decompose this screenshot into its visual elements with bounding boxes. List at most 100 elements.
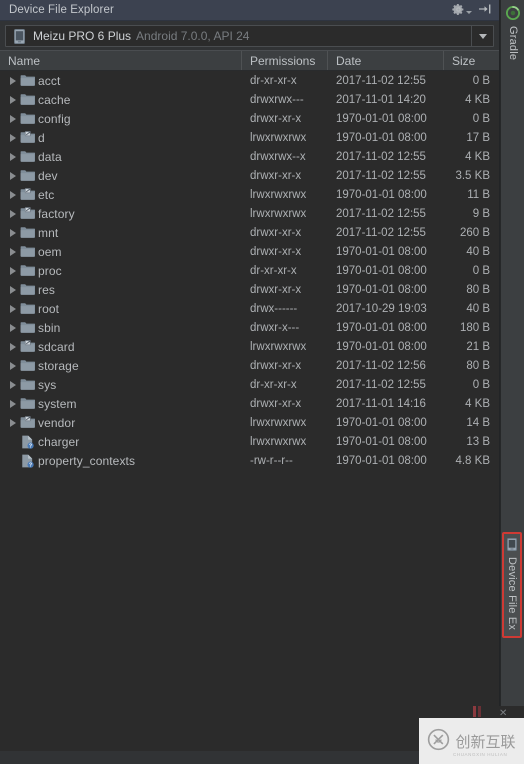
- folder-icon: [20, 397, 36, 411]
- column-header-size[interactable]: Size: [444, 51, 499, 70]
- expand-arrow-icon[interactable]: [6, 209, 20, 218]
- expand-arrow-icon[interactable]: [6, 323, 20, 332]
- sidebar-item-label: Gradle: [507, 26, 519, 61]
- file-name: oem: [38, 244, 62, 259]
- sidebar-item-gradle[interactable]: Gradle: [502, 5, 524, 61]
- table-row[interactable]: sdcard lrwxrwxrwx 1970-01-01 08:00 21 B: [0, 337, 499, 356]
- settings-button[interactable]: [452, 3, 472, 19]
- column-header-name[interactable]: Name: [0, 51, 242, 70]
- cell-name: storage: [0, 356, 242, 375]
- cell-size: 4 KB: [465, 93, 490, 106]
- table-row[interactable]: cache drwxrwx--- 2017-11-01 14:20 4 KB: [0, 90, 499, 109]
- table-row[interactable]: ? charger lrwxrwxrwx 1970-01-01 08:00 13 B: [0, 432, 499, 451]
- cx-logo-icon: [427, 728, 450, 754]
- table-row[interactable]: data drwxrwx--x 2017-11-02 12:55 4 KB: [0, 147, 499, 166]
- cell-size: 0 B: [472, 264, 490, 277]
- table-row[interactable]: root drwx------ 2017-10-29 19:03 40 B: [0, 299, 499, 318]
- file-list: acct dr-xr-xr-x 2017-11-02 12:55 0 Bcache dr…: [0, 71, 499, 751]
- cell-name: sdcard: [0, 337, 242, 356]
- expand-arrow-icon[interactable]: [6, 133, 20, 142]
- file-icon: ?: [20, 454, 35, 468]
- cell-size: 3.5 KB: [455, 169, 490, 182]
- file-name: dev: [38, 168, 58, 183]
- expand-arrow-icon[interactable]: [6, 285, 20, 294]
- table-row[interactable]: etc lrwxrwxrwx 1970-01-01 08:00 11 B: [0, 185, 499, 204]
- tool-window-stripe-right: Gradle Device File Ex: [500, 0, 524, 764]
- cell-name: config: [0, 109, 242, 128]
- cell-size: 40 B: [466, 245, 490, 258]
- expand-arrow-icon[interactable]: [6, 380, 20, 389]
- table-row[interactable]: system drwxr-xr-x 2017-11-01 14:16 4 KB: [0, 394, 499, 413]
- expand-arrow-icon[interactable]: [6, 95, 20, 104]
- expand-arrow-icon[interactable]: [6, 266, 20, 275]
- table-row[interactable]: res drwxr-xr-x 1970-01-01 08:00 80 B: [0, 280, 499, 299]
- expand-arrow-icon[interactable]: [6, 304, 20, 313]
- table-row[interactable]: d lrwxrwxrwx 1970-01-01 08:00 17 B: [0, 128, 499, 147]
- table-header: Name Permissions Date Size: [0, 50, 499, 71]
- cell-name: proc: [0, 261, 242, 280]
- hide-window-button[interactable]: [477, 3, 493, 19]
- table-row[interactable]: acct dr-xr-xr-x 2017-11-02 12:55 0 B: [0, 71, 499, 90]
- folder-icon: [20, 93, 36, 107]
- symlink-folder-icon: [20, 339, 36, 354]
- expand-arrow-icon[interactable]: [6, 152, 20, 161]
- folder-icon: [20, 302, 36, 316]
- table-row[interactable]: storage drwxr-xr-x 2017-11-02 12:56 80 B: [0, 356, 499, 375]
- folder-icon: [20, 169, 36, 183]
- cell-permissions: drwxr-xr-x: [250, 112, 302, 125]
- cell-date: 1970-01-01 08:00: [336, 283, 427, 296]
- expand-arrow-icon[interactable]: [6, 76, 20, 85]
- cell-name: system: [0, 394, 242, 413]
- device-dropdown-arrow-button[interactable]: [471, 26, 493, 46]
- table-row[interactable]: sys dr-xr-xr-x 2017-11-02 12:55 0 B: [0, 375, 499, 394]
- expand-arrow-icon[interactable]: [6, 418, 20, 427]
- cell-permissions: drwxr-xr-x: [250, 245, 302, 258]
- cell-date: 1970-01-01 08:00: [336, 321, 427, 334]
- table-row[interactable]: ? property_contexts -rw-r--r-- 1970-01-01 0…: [0, 451, 499, 470]
- cell-date: 1970-01-01 08:00: [336, 264, 427, 277]
- folder-icon: [20, 264, 36, 278]
- cell-permissions: lrwxrwxrwx: [250, 435, 307, 448]
- table-row[interactable]: oem drwxr-xr-x 1970-01-01 08:00 40 B: [0, 242, 499, 261]
- device-selector-bar: Meizu PRO 6 Plus Android 7.0.0, API 24: [0, 21, 499, 50]
- cell-size: 4 KB: [465, 397, 490, 410]
- expand-arrow-icon[interactable]: [6, 247, 20, 256]
- column-header-date[interactable]: Date: [328, 51, 444, 70]
- table-row[interactable]: proc dr-xr-xr-x 1970-01-01 08:00 0 B: [0, 261, 499, 280]
- cell-date: 2017-11-02 12:55: [336, 226, 426, 239]
- table-row[interactable]: sbin drwxr-x--- 1970-01-01 08:00 180 B: [0, 318, 499, 337]
- folder-icon: [20, 321, 36, 335]
- expand-arrow-icon[interactable]: [6, 361, 20, 370]
- table-row[interactable]: config drwxr-xr-x 1970-01-01 08:00 0 B: [0, 109, 499, 128]
- sidebar-item-device-file-explorer[interactable]: Device File Ex: [502, 531, 522, 638]
- table-row[interactable]: dev drwxr-xr-x 2017-11-02 12:55 3.5 KB: [0, 166, 499, 185]
- cell-permissions: lrwxrwxrwx: [250, 188, 307, 201]
- tool-window-header: Device File Explorer: [0, 0, 499, 21]
- expand-arrow-icon[interactable]: [6, 114, 20, 123]
- expand-arrow-icon[interactable]: [6, 399, 20, 408]
- file-name: root: [38, 301, 60, 316]
- decor-mark: [473, 706, 476, 717]
- table-row[interactable]: factory lrwxrwxrwx 2017-11-02 12:55 9 B: [0, 204, 499, 223]
- table-row[interactable]: mnt drwxr-xr-x 2017-11-02 12:55 260 B: [0, 223, 499, 242]
- cell-permissions: lrwxrwxrwx: [250, 207, 307, 220]
- cell-permissions: dr-xr-xr-x: [250, 378, 297, 391]
- file-name: charger: [38, 434, 80, 449]
- expand-arrow-icon[interactable]: [6, 171, 20, 180]
- cell-date: 2017-11-02 12:55: [336, 207, 426, 220]
- expand-arrow-icon[interactable]: [6, 228, 20, 237]
- cell-size: 180 B: [459, 321, 490, 334]
- folder-icon: [20, 283, 36, 297]
- expand-arrow-icon[interactable]: [6, 190, 20, 199]
- expand-arrow-icon[interactable]: [6, 342, 20, 351]
- file-name: etc: [38, 187, 55, 202]
- file-name: mnt: [38, 225, 59, 240]
- cell-size: 0 B: [472, 112, 490, 125]
- cell-date: 2017-11-02 12:55: [336, 169, 426, 182]
- cell-name: dev: [0, 166, 242, 185]
- column-header-permissions[interactable]: Permissions: [242, 51, 328, 70]
- file-name: vendor: [38, 415, 76, 430]
- table-row[interactable]: vendor lrwxrwxrwx 1970-01-01 08:00 14 B: [0, 413, 499, 432]
- device-dropdown[interactable]: Meizu PRO 6 Plus Android 7.0.0, API 24: [5, 25, 494, 47]
- hide-window-icon: [478, 3, 492, 18]
